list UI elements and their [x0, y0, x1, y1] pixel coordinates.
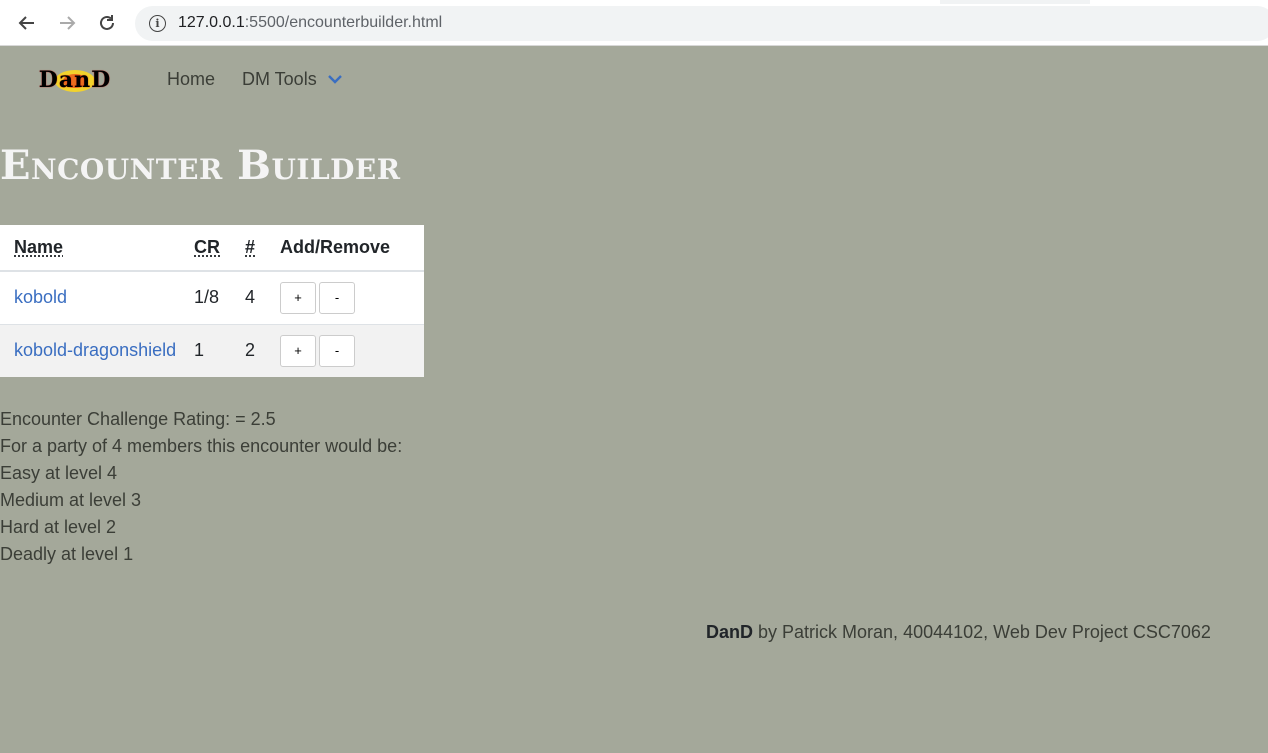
logo-text: DanD [38, 67, 112, 93]
add-monster-button[interactable]: + [280, 281, 316, 314]
header-count-label: # [245, 237, 256, 257]
header-add-remove: Add/Remove [280, 225, 424, 272]
header-cr: CR [194, 225, 245, 272]
remove-monster-button[interactable]: - [319, 281, 355, 314]
url-host: 127.0.0.1 [178, 14, 245, 31]
challenge-rating-text: Encounter Challenge Rating: = 2.5 [0, 409, 276, 429]
table-header-row: Name CR # Add/Remove [0, 225, 424, 272]
tab-strip [940, 0, 1090, 4]
footer-credit: by Patrick Moran, 40044102, Web Dev Proj… [753, 622, 1211, 642]
header-name-label: Name [14, 237, 64, 257]
table-row: kobold-dragonshield 1 2 + - [0, 323, 424, 377]
url-path: :5500/encounterbuilder.html [244, 14, 443, 31]
difficulty-medium: Medium at level 3 [0, 490, 142, 510]
forward-arrow-icon[interactable] [52, 8, 82, 38]
difficulty-hard: Hard at level 2 [0, 517, 117, 537]
header-name: Name [0, 225, 194, 272]
party-size-text: For a party of 4 members this encounter … [0, 436, 403, 456]
browser-toolbar: i 127.0.0.1:5500/encounterbuilder.html [0, 0, 1268, 46]
back-arrow-icon[interactable] [12, 8, 42, 38]
add-remove-cell: + - [280, 323, 424, 377]
encounter-table: Name CR # Add/Remove kobold 1/8 4 + - kob… [0, 225, 424, 377]
nav-dm-tools-dropdown[interactable]: DM Tools [242, 69, 317, 90]
difficulty-deadly: Deadly at level 1 [0, 544, 134, 564]
add-remove-cell: + - [280, 270, 424, 324]
difficulty-easy: Easy at level 4 [0, 463, 118, 483]
monster-count: 4 [245, 270, 280, 324]
monster-name-cell: kobold [0, 270, 194, 324]
monster-name-cell: kobold-dragonshield [0, 323, 194, 377]
footer-brand: DanD [706, 622, 754, 642]
table-row: kobold 1/8 4 + - [0, 270, 424, 324]
address-bar[interactable]: i 127.0.0.1:5500/encounterbuilder.html [135, 6, 1268, 41]
header-count: # [245, 225, 280, 272]
remove-monster-button[interactable]: - [319, 334, 355, 367]
monster-link[interactable]: kobold-dragonshield [14, 340, 176, 360]
url-text[interactable]: 127.0.0.1:5500/encounterbuilder.html [178, 14, 442, 32]
nav-home-link[interactable]: Home [167, 69, 215, 90]
chevron-down-icon[interactable] [327, 73, 343, 85]
header-cr-label: CR [194, 237, 220, 257]
footer: DanD by Patrick Moran, 40044102, Web Dev… [706, 622, 1211, 643]
page-title: Encounter Builder [0, 142, 401, 189]
monster-link[interactable]: kobold [14, 287, 67, 307]
info-icon[interactable]: i [149, 15, 166, 32]
monster-cr: 1 [194, 323, 245, 377]
add-monster-button[interactable]: + [280, 334, 316, 367]
monster-count: 2 [245, 323, 280, 377]
site-logo[interactable]: DanD [16, 66, 134, 94]
encounter-results: Encounter Challenge Rating: = 2.5 For a … [0, 406, 402, 568]
reload-icon[interactable] [92, 8, 122, 38]
monster-cr: 1/8 [194, 270, 245, 324]
